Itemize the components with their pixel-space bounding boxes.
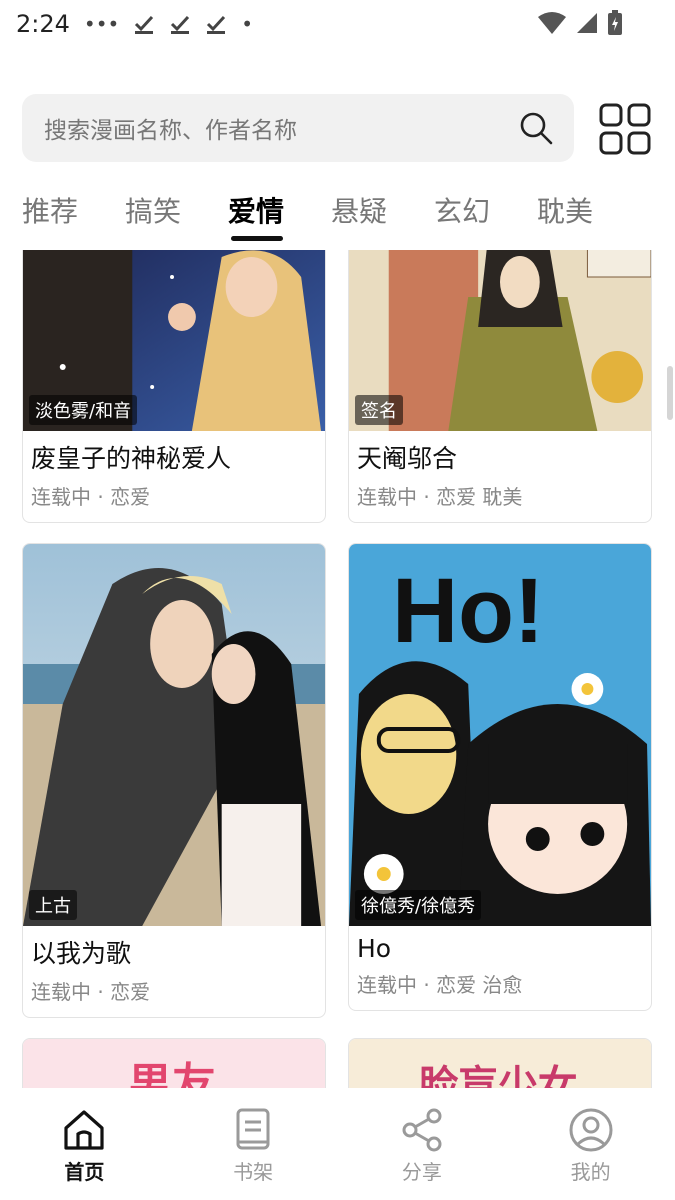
comic-meta: 连载中 · 恋爱 耽美 — [357, 485, 523, 509]
nav-home[interactable]: 首页 — [0, 1088, 169, 1200]
notification-dot-icon: • — [241, 12, 254, 36]
comic-title: Ho — [357, 934, 392, 963]
nav-bookshelf-label: 书架 — [233, 1160, 274, 1184]
comic-card[interactable]: 淡色雾/和音 废皇子的神秘爱人 连载中 · 恋爱 — [22, 250, 326, 523]
notification-icons: ••• • — [84, 12, 253, 36]
nav-share[interactable]: 分享 — [338, 1088, 507, 1200]
status-time: 2:24 — [16, 10, 70, 38]
comic-card[interactable]: 脸盲少女 — [348, 1038, 652, 1088]
ho-logo: Ho! — [392, 560, 544, 662]
tab-bl[interactable]: 耽美 — [537, 190, 640, 246]
tab-fantasy[interactable]: 玄幻 — [434, 190, 537, 246]
comic-cover: 签名 — [349, 250, 651, 431]
scrollbar-thumb[interactable] — [667, 366, 673, 420]
more-notifications-icon: ••• — [83, 12, 120, 36]
comic-cover: 脸盲少女 — [349, 1039, 651, 1088]
tab-recommend[interactable]: 推荐 — [22, 190, 125, 246]
comic-meta: 连载中 · 恋爱 — [31, 485, 151, 509]
battery-icon — [608, 10, 622, 35]
profile-icon — [569, 1108, 613, 1152]
status-bar: 2:24 ••• • — [0, 0, 675, 48]
download-done-icon — [135, 15, 154, 34]
category-grid-icon[interactable] — [598, 102, 652, 156]
comic-meta: 连载中 · 恋爱 — [31, 980, 151, 1004]
comic-card[interactable]: 上古 以我为歌 连载中 · 恋爱 — [22, 543, 326, 1018]
search-icon[interactable] — [518, 110, 554, 146]
author-tag: 淡色雾/和音 — [29, 395, 138, 425]
search-row: 搜索漫画名称、作者名称 — [22, 94, 652, 162]
comic-card[interactable]: 签名 天阉邬合 连载中 · 恋爱 耽美 — [348, 250, 652, 523]
comic-cover: 上古 — [23, 544, 325, 926]
download-done-icon-2 — [171, 15, 190, 34]
bottom-nav: 首页 书架 分享 我的 — [0, 1088, 675, 1200]
system-icons — [537, 10, 623, 36]
share-icon — [402, 1108, 442, 1152]
tab-mystery[interactable]: 悬疑 — [331, 190, 434, 246]
comic-title: 废皇子的神秘爱人 — [31, 444, 232, 473]
nav-profile-label: 我的 — [570, 1160, 611, 1184]
bookshelf-icon — [236, 1108, 270, 1150]
download-done-icon-3 — [207, 15, 226, 34]
comic-cover: Ho! 徐億秀/徐億秀 — [349, 544, 651, 926]
comic-title: 天阉邬合 — [357, 444, 458, 473]
nav-bookshelf[interactable]: 书架 — [169, 1088, 338, 1200]
category-tabs: 推荐 搞笑 爱情 悬疑 玄幻 耽美 — [22, 190, 652, 246]
nav-home-label: 首页 — [64, 1160, 105, 1184]
author-tag: 徐億秀/徐億秀 — [355, 890, 482, 920]
cover-text: 男友 — [128, 1059, 216, 1088]
tab-romance[interactable]: 爱情 — [228, 190, 331, 246]
comic-feed: 淡色雾/和音 废皇子的神秘爱人 连载中 · 恋爱 签名 天阉邬合 连载中 · 恋… — [0, 250, 675, 1088]
tab-comedy[interactable]: 搞笑 — [125, 190, 228, 246]
comic-meta: 连载中 · 恋爱 治愈 — [357, 973, 523, 997]
author-tag: 上古 — [29, 890, 77, 920]
nav-profile[interactable]: 我的 — [506, 1088, 675, 1200]
search-placeholder: 搜索漫画名称、作者名称 — [44, 118, 297, 144]
home-icon — [64, 1110, 104, 1150]
nav-share-label: 分享 — [401, 1160, 442, 1184]
search-input[interactable]: 搜索漫画名称、作者名称 — [22, 94, 574, 162]
comic-card[interactable]: Ho! 徐億秀/徐億秀 Ho 连载中 · 恋爱 治愈 — [348, 543, 652, 1011]
comic-title: 以我为歌 — [31, 939, 132, 968]
cover-text: 脸盲少女 — [419, 1063, 578, 1088]
author-tag: 签名 — [355, 395, 403, 425]
wifi-icon — [538, 12, 566, 34]
comic-cover: 淡色雾/和音 — [23, 250, 325, 431]
signal-icon — [577, 13, 597, 33]
comic-card[interactable]: 男友 — [22, 1038, 326, 1088]
comic-cover: 男友 — [23, 1039, 325, 1088]
